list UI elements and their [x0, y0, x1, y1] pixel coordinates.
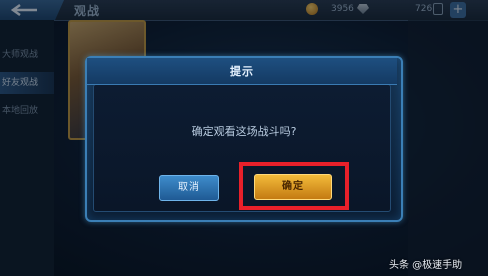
cancel-button[interactable]: 取消 [159, 175, 219, 201]
dialog-title: 提示 [230, 65, 254, 78]
dialog-message: 确定观看这场战斗吗? [191, 125, 297, 138]
annotation-highlight-box [239, 162, 349, 210]
watermark: 头条 @极速手助 [389, 260, 463, 271]
